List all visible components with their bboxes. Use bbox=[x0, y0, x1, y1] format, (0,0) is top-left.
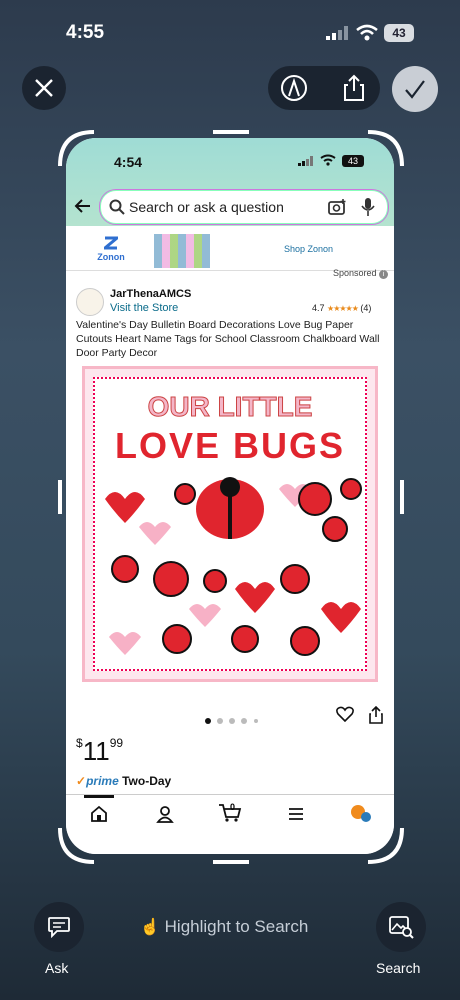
product-title[interactable]: Valentine's Day Bulletin Board Decoratio… bbox=[76, 318, 392, 360]
menu-icon[interactable] bbox=[288, 807, 304, 821]
card-cellular-icon bbox=[298, 156, 313, 166]
status-time: 4:55 bbox=[66, 22, 105, 43]
rating-count: (4) bbox=[360, 303, 372, 313]
hand-pointer-icon: ☝ bbox=[140, 919, 160, 936]
rufus-ai-icon[interactable] bbox=[350, 803, 372, 823]
product-image[interactable]: OUR LITTLE LOVE BUGS bbox=[82, 366, 378, 682]
markup-share-group bbox=[268, 66, 380, 110]
camera-search-icon[interactable] bbox=[327, 197, 347, 217]
close-icon bbox=[35, 79, 53, 97]
search-label: Search bbox=[376, 960, 421, 976]
prime-check-icon: ✓ bbox=[76, 774, 87, 788]
cellular-signal-icon bbox=[326, 26, 348, 45]
rating[interactable]: 4.7 ★★★★★ (4) bbox=[312, 303, 371, 313]
sponsored-label: Sponsored i bbox=[333, 268, 388, 279]
ad-cta-link[interactable]: Shop Zonon bbox=[284, 244, 333, 254]
store-logo[interactable] bbox=[76, 288, 104, 316]
store-name[interactable]: JarThenaAMCS bbox=[110, 288, 191, 300]
markup-pen-icon bbox=[281, 75, 307, 101]
ask-button[interactable] bbox=[34, 902, 84, 952]
account-icon[interactable] bbox=[156, 805, 174, 823]
card-status-bar: 4:54 43 Search or ask a question bbox=[66, 138, 394, 226]
highlight-to-search[interactable]: ☝ Highlight to Search bbox=[140, 917, 308, 937]
ladybugs-hearts-illustration bbox=[105, 477, 362, 656]
info-icon: i bbox=[379, 270, 388, 279]
active-tab-indicator bbox=[84, 795, 114, 798]
card-wifi-icon bbox=[320, 154, 336, 166]
bottom-nav-bar: 0 bbox=[66, 794, 394, 854]
price: $1199 bbox=[76, 736, 124, 766]
image-text-line2: LOVE BUGS bbox=[114, 425, 346, 466]
heart-icon[interactable] bbox=[336, 706, 354, 722]
rating-value: 4.7 bbox=[312, 303, 325, 313]
screenshot-card: 4:54 43 Search or ask a question Zonon S… bbox=[66, 138, 394, 854]
search-icon bbox=[109, 199, 125, 215]
share-product-icon[interactable] bbox=[368, 706, 384, 724]
close-button[interactable] bbox=[22, 66, 66, 110]
card-battery: 43 bbox=[342, 155, 364, 167]
ask-label: Ask bbox=[45, 960, 69, 976]
microphone-icon[interactable] bbox=[361, 197, 375, 217]
search-input[interactable]: Search or ask a question bbox=[129, 199, 284, 215]
search-button[interactable] bbox=[376, 902, 426, 952]
star-rating-icon: ★★★★★ bbox=[327, 304, 359, 313]
visit-store-link[interactable]: Visit the Store bbox=[110, 302, 178, 314]
prime-shipping: ✓prime Two-Day bbox=[76, 774, 172, 788]
chat-bubble-icon bbox=[48, 917, 70, 938]
card-status-time: 4:54 bbox=[114, 154, 143, 170]
cart-icon[interactable]: 0 bbox=[218, 801, 242, 823]
image-search-icon bbox=[389, 916, 414, 939]
search-bar[interactable]: Search or ask a question bbox=[100, 190, 388, 224]
done-button[interactable] bbox=[392, 66, 438, 112]
ad-brand-logo: Zonon bbox=[96, 236, 126, 262]
image-text-line1: OUR LITTLE bbox=[147, 391, 313, 423]
svg-text:0: 0 bbox=[230, 802, 235, 812]
ad-brand-name: Zonon bbox=[97, 252, 125, 262]
wifi-icon bbox=[356, 24, 378, 47]
battery-indicator: 43 bbox=[384, 24, 414, 42]
back-arrow-icon[interactable] bbox=[74, 198, 92, 214]
checkmark-icon bbox=[405, 80, 425, 99]
sponsored-ad-banner[interactable]: Zonon Shop Zonon bbox=[66, 232, 394, 271]
share-button[interactable] bbox=[340, 74, 368, 102]
carousel-dots[interactable] bbox=[204, 712, 264, 730]
home-icon[interactable] bbox=[90, 805, 108, 823]
share-icon bbox=[344, 74, 364, 101]
ad-product-image bbox=[154, 234, 210, 268]
markup-button[interactable] bbox=[280, 74, 308, 102]
zonon-logo-icon bbox=[100, 236, 122, 250]
